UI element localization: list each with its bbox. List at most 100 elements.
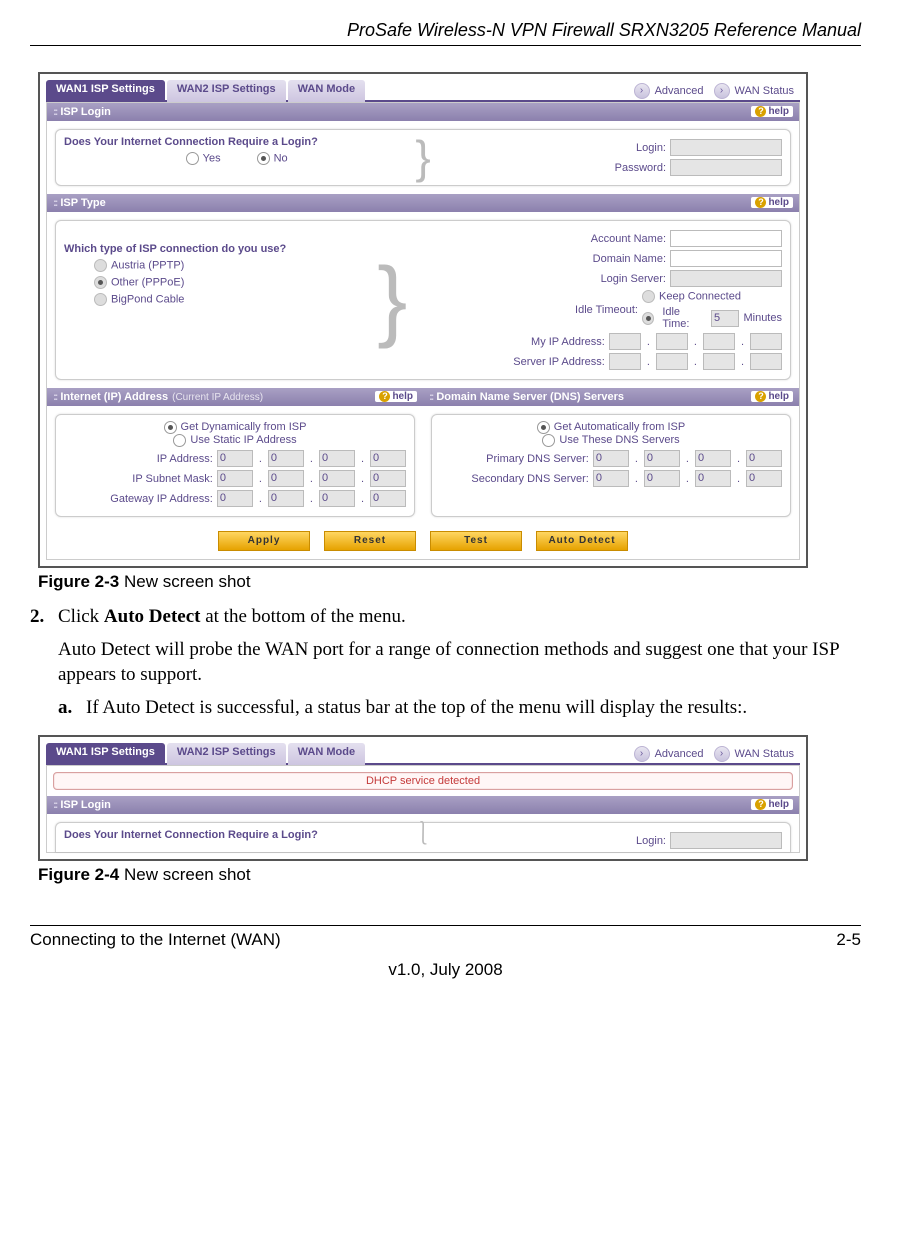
auto-detect-button[interactable]: Auto Detect	[536, 531, 628, 551]
radio-dns-manual[interactable]: Use These DNS Servers	[542, 434, 679, 446]
password-label: Password:	[615, 162, 666, 174]
primary-dns-label: Primary DNS Server:	[486, 453, 589, 465]
help-link[interactable]: ?help	[751, 106, 793, 117]
tab-bar: WAN1 ISP Settings WAN2 ISP Settings WAN …	[46, 743, 800, 765]
ip-octet-input[interactable]: 0	[217, 450, 253, 467]
ip-octet-input[interactable]: 0	[746, 450, 782, 467]
ip-octet-input[interactable]: 0	[695, 450, 731, 467]
figure-2-4-screenshot: WAN1 ISP Settings WAN2 ISP Settings WAN …	[38, 735, 808, 861]
ip-octet-input[interactable]: 0	[319, 470, 355, 487]
ip-octet-input[interactable]: 0	[593, 470, 629, 487]
ip-octet-input[interactable]	[750, 333, 782, 350]
ip-octet-input[interactable]	[656, 353, 688, 370]
apply-button[interactable]: Apply	[218, 531, 310, 551]
arrow-icon: ›	[634, 83, 650, 99]
account-name-input[interactable]	[670, 230, 782, 247]
help-link[interactable]: ?help	[751, 197, 793, 208]
step-body: Auto Detect will probe the WAN port for …	[58, 638, 861, 687]
account-name-label: Account Name:	[591, 233, 666, 245]
ip-octet-input[interactable]	[609, 353, 641, 370]
tab-wan2[interactable]: WAN2 ISP Settings	[167, 80, 286, 102]
help-link[interactable]: ?help	[751, 799, 793, 810]
tab-wan1[interactable]: WAN1 ISP Settings	[46, 80, 165, 102]
ip-octet-input[interactable]: 0	[268, 470, 304, 487]
server-ip-label: Server IP Address:	[513, 356, 605, 368]
login-label: Login:	[636, 835, 666, 847]
arrow-icon: ›	[714, 83, 730, 99]
ip-octet-input[interactable]: 0	[695, 470, 731, 487]
footer-section: Connecting to the Internet (WAN)	[30, 930, 281, 950]
ip-octet-input[interactable]: 0	[268, 450, 304, 467]
ip-octet-input[interactable]: 0	[319, 490, 355, 507]
ip-octet-input[interactable]: 0	[644, 470, 680, 487]
link-wan-status[interactable]: ›WAN Status	[710, 80, 801, 102]
header-rule	[30, 45, 861, 46]
arrow-icon: ›	[714, 746, 730, 762]
isp-login-question: Does Your Internet Connection Require a …	[64, 829, 318, 841]
ip-octet-input[interactable]: 0	[268, 490, 304, 507]
radio-pppoe[interactable]: Other (PPPoE)	[94, 276, 371, 289]
login-input[interactable]	[670, 832, 782, 849]
ip-octet-input[interactable]: 0	[370, 470, 406, 487]
domain-name-input[interactable]	[670, 250, 782, 267]
isp-login-header: ::ISP Login ?help	[47, 103, 799, 121]
tab-wan1[interactable]: WAN1 ISP Settings	[46, 743, 165, 765]
ip-octet-input[interactable]: 0	[217, 490, 253, 507]
radio-bigpond[interactable]: BigPond Cable	[94, 293, 371, 306]
dns-header: ::Domain Name Server (DNS) Servers ?help	[423, 388, 799, 406]
link-advanced[interactable]: ›Advanced	[630, 80, 710, 102]
tab-wanmode[interactable]: WAN Mode	[288, 80, 365, 102]
ip-octet-input[interactable]	[750, 353, 782, 370]
ip-octet-input[interactable]: 0	[217, 470, 253, 487]
password-input[interactable]	[670, 159, 782, 176]
tab-wanmode[interactable]: WAN Mode	[288, 743, 365, 765]
footer-rule	[30, 925, 861, 926]
link-wan-status[interactable]: ›WAN Status	[710, 743, 801, 765]
ip-octet-input[interactable]: 0	[746, 470, 782, 487]
tab-bar: WAN1 ISP Settings WAN2 ISP Settings WAN …	[46, 80, 800, 102]
ip-octet-input[interactable]	[703, 333, 735, 350]
substep-letter: a.	[58, 697, 72, 719]
ip-octet-input[interactable]: 0	[319, 450, 355, 467]
radio-use-static[interactable]: Use Static IP Address	[173, 434, 296, 446]
test-button[interactable]: Test	[430, 531, 522, 551]
radio-get-dyn[interactable]: Get Dynamically from ISP	[164, 421, 307, 433]
login-label: Login:	[636, 142, 666, 154]
ip-octet-input[interactable]: 0	[370, 450, 406, 467]
login-input[interactable]	[670, 139, 782, 156]
ip-octet-input[interactable]	[609, 333, 641, 350]
step-number: 2.	[30, 606, 44, 628]
reset-button[interactable]: Reset	[324, 531, 416, 551]
figure-2-3-caption: Figure 2-3 New screen shot	[38, 572, 861, 592]
radio-keep-connected[interactable]: Keep Connected	[642, 290, 741, 303]
login-server-label: Login Server:	[601, 273, 666, 285]
gateway-label: Gateway IP Address:	[110, 493, 213, 505]
login-server-input[interactable]	[670, 270, 782, 287]
tab-wan2[interactable]: WAN2 ISP Settings	[167, 743, 286, 765]
brace-icon: }	[371, 227, 413, 373]
link-advanced[interactable]: ›Advanced	[630, 743, 710, 765]
brace-icon: ⎱	[405, 829, 441, 841]
ip-octet-input[interactable]: 0	[644, 450, 680, 467]
radio-dns-auto[interactable]: Get Automatically from ISP	[537, 421, 685, 433]
radio-yes[interactable]: Yes	[186, 152, 221, 165]
help-link[interactable]: ?help	[375, 391, 417, 402]
ip-octet-input[interactable]: 0	[370, 490, 406, 507]
radio-pptp[interactable]: Austria (PPTP)	[94, 259, 371, 272]
ip-address-header: ::Internet (IP) Address(Current IP Addre…	[47, 388, 423, 406]
radio-idle-time[interactable]: Idle Time:5Minutes	[642, 306, 782, 330]
idle-time-input[interactable]: 5	[711, 310, 739, 327]
radio-no[interactable]: No	[257, 152, 288, 165]
ip-octet-input[interactable]	[703, 353, 735, 370]
my-ip-label: My IP Address:	[531, 336, 605, 348]
ip-octet-input[interactable]: 0	[593, 450, 629, 467]
page-number: 2-5	[836, 930, 861, 950]
ip-octet-input[interactable]	[656, 333, 688, 350]
help-link[interactable]: ?help	[751, 391, 793, 402]
figure-2-4-caption: Figure 2-4 New screen shot	[38, 865, 861, 885]
isp-type-header: ::ISP Type ?help	[47, 194, 799, 212]
substep-text: If Auto Detect is successful, a status b…	[86, 697, 747, 718]
ip-addr-label: IP Address:	[157, 453, 213, 465]
mask-label: IP Subnet Mask:	[132, 473, 213, 485]
figure-2-3-screenshot: WAN1 ISP Settings WAN2 ISP Settings WAN …	[38, 72, 808, 568]
